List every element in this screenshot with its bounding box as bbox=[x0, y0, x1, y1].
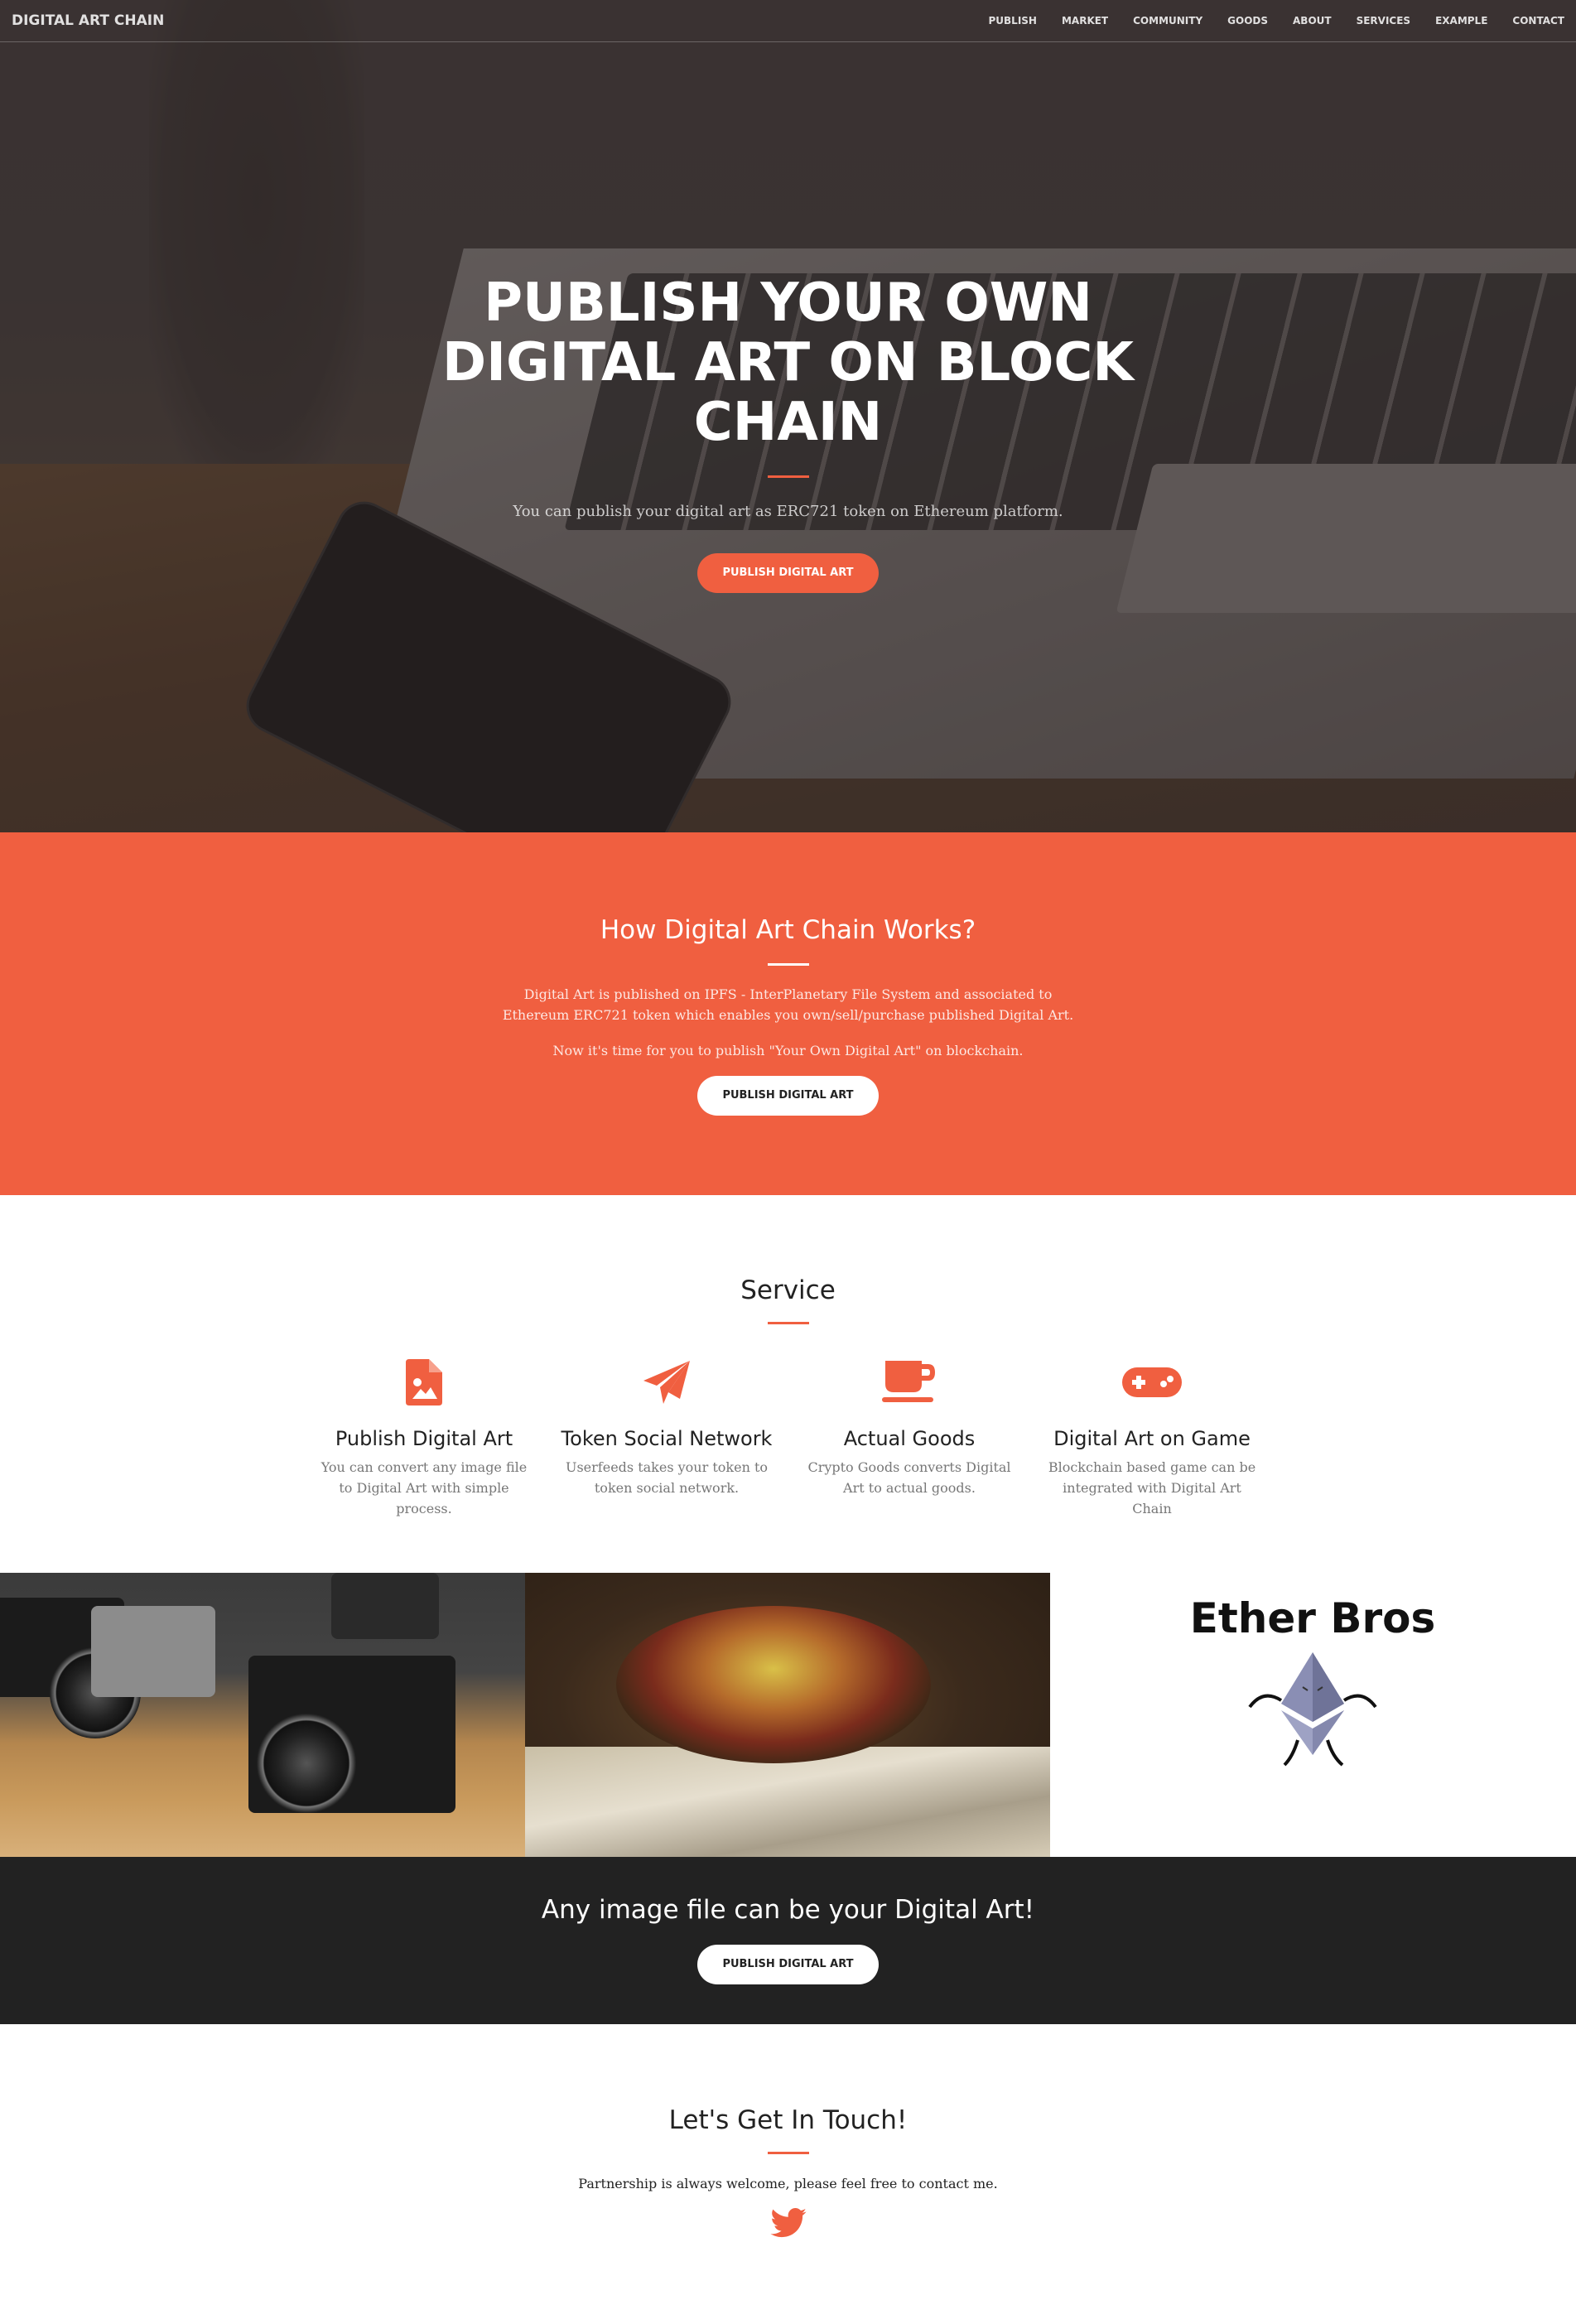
ether-bros-title: Ether Bros bbox=[1189, 1594, 1436, 1642]
painting-cloth-shape bbox=[525, 1747, 1050, 1857]
how-it-works-paragraph-1: Digital Art is published on IPFS - Inter… bbox=[502, 986, 1074, 1023]
gallery-section: Ether Bros bbox=[0, 1573, 1576, 1857]
service-text: You can convert any image file to Digita… bbox=[321, 1459, 528, 1516]
how-it-works-publish-button[interactable]: PUBLISH DIGITAL ART bbox=[697, 1076, 879, 1116]
how-it-works-heading: How Digital Art Chain Works? bbox=[600, 915, 976, 945]
gallery-image-cameras[interactable] bbox=[0, 1573, 525, 1857]
gallery-image-fruit-painting[interactable] bbox=[525, 1573, 1050, 1857]
hero-subtitle: You can publish your digital art as ERC7… bbox=[513, 503, 1063, 520]
service-title: Actual Goods bbox=[843, 1427, 976, 1450]
image-file-icon bbox=[303, 1356, 546, 1409]
nav-link-contact[interactable]: CONTACT bbox=[1512, 15, 1564, 27]
contact-section: Let's Get In Touch! Partnership is alway… bbox=[0, 2024, 1576, 2324]
nav-link-example[interactable]: EXAMPLE bbox=[1435, 15, 1487, 27]
painting-basket-shape bbox=[616, 1606, 931, 1763]
contact-heading: Let's Get In Touch! bbox=[668, 2105, 908, 2135]
service-title: Token Social Network bbox=[561, 1427, 773, 1450]
nav-link-about[interactable]: ABOUT bbox=[1293, 15, 1332, 27]
nav-link-community[interactable]: COMMUNITY bbox=[1133, 15, 1202, 27]
hero-content: PUBLISH YOUR OWN DIGITAL ART ON BLOCK CH… bbox=[0, 273, 1576, 593]
service-title: Digital Art on Game bbox=[1053, 1427, 1251, 1450]
nav-link-publish[interactable]: PUBLISH bbox=[988, 15, 1036, 27]
camera-lens-shape bbox=[257, 1714, 356, 1813]
gamepad-icon bbox=[1031, 1356, 1274, 1409]
service-item-social: Token Social Network Userfeeds takes you… bbox=[546, 1356, 788, 1519]
service-text: Blockchain based game can be integrated … bbox=[1048, 1459, 1256, 1516]
nav-link-goods[interactable]: GOODS bbox=[1227, 15, 1268, 27]
contact-text: Partnership is always welcome, please fe… bbox=[578, 2176, 998, 2191]
service-item-game: Digital Art on Game Blockchain based gam… bbox=[1031, 1356, 1274, 1519]
cta-publish-button[interactable]: PUBLISH DIGITAL ART bbox=[697, 1945, 879, 1984]
top-navbar: DIGITAL ART CHAIN PUBLISH MARKET COMMUNI… bbox=[0, 0, 1576, 42]
nav-link-market[interactable]: MARKET bbox=[1062, 15, 1108, 27]
service-text: Crypto Goods converts Digital Art to act… bbox=[807, 1459, 1011, 1496]
service-item-goods: Actual Goods Crypto Goods converts Digit… bbox=[788, 1356, 1031, 1519]
how-it-works-paragraph-2: Now it's time for you to publish "Your O… bbox=[552, 1043, 1024, 1058]
coffee-cup-icon bbox=[788, 1356, 1031, 1409]
nav-link-services[interactable]: SERVICES bbox=[1357, 15, 1410, 27]
service-title: Publish Digital Art bbox=[335, 1427, 513, 1450]
ether-bros-character-icon bbox=[1248, 1652, 1377, 1767]
paper-plane-icon bbox=[546, 1356, 788, 1409]
cta-section: Any image file can be your Digital Art! … bbox=[0, 1857, 1576, 2024]
gallery-ether-bros[interactable]: Ether Bros bbox=[1050, 1573, 1575, 1857]
service-heading: Service bbox=[740, 1275, 836, 1305]
hero-title: PUBLISH YOUR OWN DIGITAL ART ON BLOCK CH… bbox=[442, 272, 1134, 453]
hero-publish-button[interactable]: PUBLISH DIGITAL ART bbox=[697, 553, 879, 593]
how-it-works-divider bbox=[767, 963, 809, 966]
service-text: Userfeeds takes your token to token soci… bbox=[565, 1459, 769, 1496]
camera-shape bbox=[331, 1573, 439, 1639]
service-section: Service Publish Digital Art You can conv… bbox=[0, 1195, 1576, 1573]
service-divider bbox=[767, 1322, 809, 1324]
hero-divider bbox=[767, 475, 809, 478]
brand-link[interactable]: DIGITAL ART CHAIN bbox=[12, 12, 164, 29]
service-item-publish: Publish Digital Art You can convert any … bbox=[303, 1356, 546, 1519]
camera-shape bbox=[91, 1606, 215, 1697]
hero-section: PUBLISH YOUR OWN DIGITAL ART ON BLOCK CH… bbox=[0, 0, 1576, 832]
service-list: Publish Digital Art You can convert any … bbox=[0, 1356, 1576, 1519]
twitter-icon[interactable] bbox=[769, 2208, 807, 2241]
contact-divider bbox=[767, 2152, 809, 2154]
nav-links: PUBLISH MARKET COMMUNITY GOODS ABOUT SER… bbox=[988, 15, 1564, 27]
how-it-works-section: How Digital Art Chain Works? Digital Art… bbox=[0, 832, 1576, 1195]
cta-heading: Any image file can be your Digital Art! bbox=[541, 1895, 1035, 1925]
